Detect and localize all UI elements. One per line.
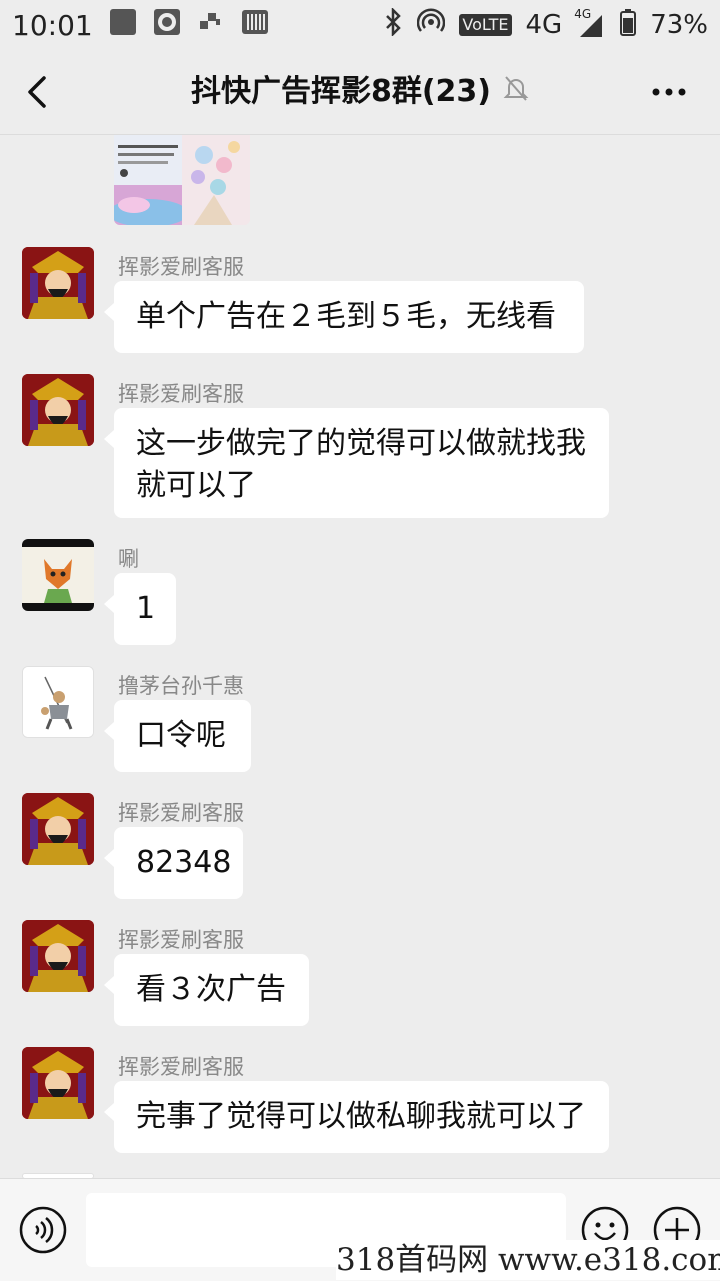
message-bubble[interactable]: 看３次广告 (104, 954, 309, 1026)
message-bubble[interactable]: 口令呢 (104, 700, 251, 772)
sender-name: 挥影爱刷客服 (118, 1055, 244, 1079)
chat-header: 抖快广告挥影8群(23) (0, 50, 720, 135)
hotspot-icon (417, 7, 446, 43)
message-bubble[interactable]: 单个广告在２毛到５毛，无线看 (104, 281, 584, 353)
more-options-button[interactable] (650, 80, 690, 104)
signal-icon: 4G (574, 7, 606, 39)
shared-image-thumbnail[interactable] (114, 135, 250, 225)
app-notification-icon (196, 7, 226, 44)
mute-bell-icon (503, 51, 529, 135)
sender-name: 挥影爱刷客服 (118, 382, 244, 406)
voice-input-button[interactable] (18, 1205, 68, 1255)
message-bubble[interactable]: 这一步做完了的觉得可以做就找我就可以了 (104, 408, 609, 518)
network-type: 4G (525, 10, 563, 40)
battery-icon (620, 8, 637, 43)
watermark-text: 318首码网 www.e318.com (336, 1240, 720, 1280)
caishen-avatar[interactable] (22, 374, 94, 446)
monk-avatar[interactable] (22, 666, 94, 738)
chat-title: 抖快广告挥影8群(23) (190, 74, 492, 109)
bluetooth-icon (383, 6, 403, 43)
fox-avatar[interactable] (22, 539, 94, 611)
sender-name: 挥影爱刷客服 (118, 928, 244, 952)
volte-badge: VoLTE (459, 14, 512, 36)
notification-square-icon (108, 7, 138, 44)
sender-name: 唰 (118, 547, 139, 571)
sim-card-icon (240, 7, 270, 44)
message-bubble[interactable]: 82348 (104, 827, 243, 899)
caishen-avatar[interactable] (22, 247, 94, 319)
chat-message-list[interactable]: 挥影爱刷客服 单个广告在２毛到５毛，无线看 挥影爱刷客服 这一步做完了的觉得可以… (0, 135, 720, 1178)
caishen-avatar[interactable] (22, 1047, 94, 1119)
sender-name: 挥影爱刷客服 (118, 801, 244, 825)
target-icon (152, 7, 182, 44)
sender-name: 挥影爱刷客服 (118, 255, 244, 279)
sender-name: 撸茅台孙千惠 (118, 674, 244, 698)
caishen-avatar[interactable] (22, 793, 94, 865)
status-time: 10:01 (12, 8, 93, 42)
status-right: VoLTE 4G 4G 73% (383, 0, 708, 50)
battery-percent: 73% (650, 10, 708, 40)
message-bubble[interactable]: 1 (104, 573, 176, 645)
chat-title-container: 抖快广告挥影8群(23) (0, 50, 720, 134)
message-bubble[interactable]: 完事了觉得可以做私聊我就可以了 (104, 1081, 609, 1153)
status-bar: 10:01 VoLTE 4G 4G 73% (0, 0, 720, 50)
caishen-avatar[interactable] (22, 920, 94, 992)
